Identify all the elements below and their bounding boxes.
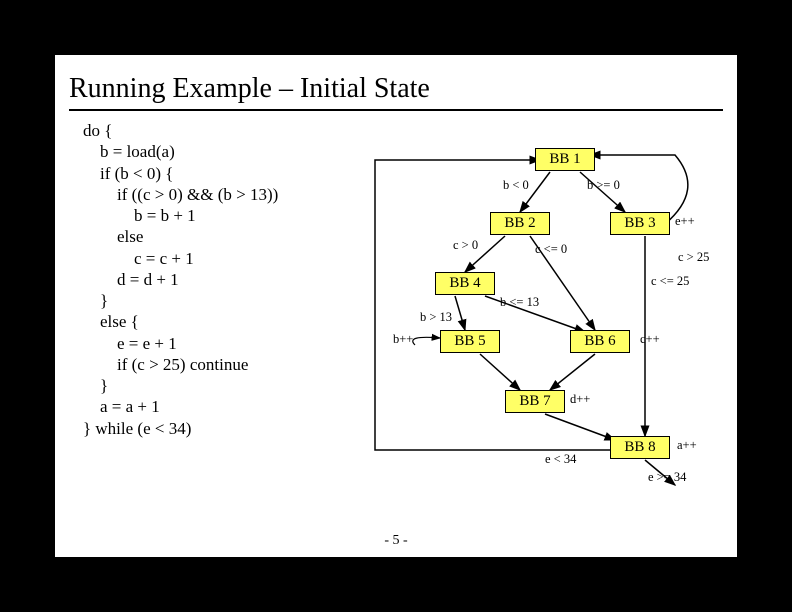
edge-e-lt-34: e < 34: [545, 452, 576, 467]
code-block: do { b = load(a) if (b < 0) { if ((c > 0…: [83, 120, 278, 439]
edge-b-lt-0: b < 0: [503, 178, 529, 193]
edge-b-gt-13: b > 13: [420, 310, 452, 325]
edge-b-inc: b++: [393, 332, 413, 347]
edge-c-gt-0: c > 0: [453, 238, 478, 253]
page-number: - 5 -: [55, 533, 737, 549]
edge-c-gt-25: c > 25: [678, 250, 709, 265]
edge-b-ge-0: b >= 0: [587, 178, 620, 193]
edge-b-le-13: b <= 13: [500, 295, 539, 310]
edge-c-inc: c++: [640, 332, 660, 347]
edge-d-inc: d++: [570, 392, 590, 407]
slide-title: Running Example – Initial State: [55, 55, 737, 109]
node-bb2: BB 2: [490, 212, 550, 235]
slide: Running Example – Initial State do { b =…: [55, 55, 737, 557]
node-bb1: BB 1: [535, 148, 595, 171]
node-bb8: BB 8: [610, 436, 670, 459]
node-bb6: BB 6: [570, 330, 630, 353]
edge-a-inc: a++: [677, 438, 697, 453]
node-bb4: BB 4: [435, 272, 495, 295]
title-underline: [69, 109, 723, 111]
edge-e-inc: e++: [675, 214, 695, 229]
node-bb7: BB 7: [505, 390, 565, 413]
edge-e-ge-34: e >= 34: [648, 470, 686, 485]
edge-c-le-25: c <= 25: [651, 274, 689, 289]
edge-c-le-0: c <= 0: [535, 242, 567, 257]
node-bb5: BB 5: [440, 330, 500, 353]
cfg-diagram: BB 1 BB 2 BB 3 BB 4 BB 5 BB 6 BB 7 BB 8 …: [345, 130, 725, 530]
node-bb3: BB 3: [610, 212, 670, 235]
